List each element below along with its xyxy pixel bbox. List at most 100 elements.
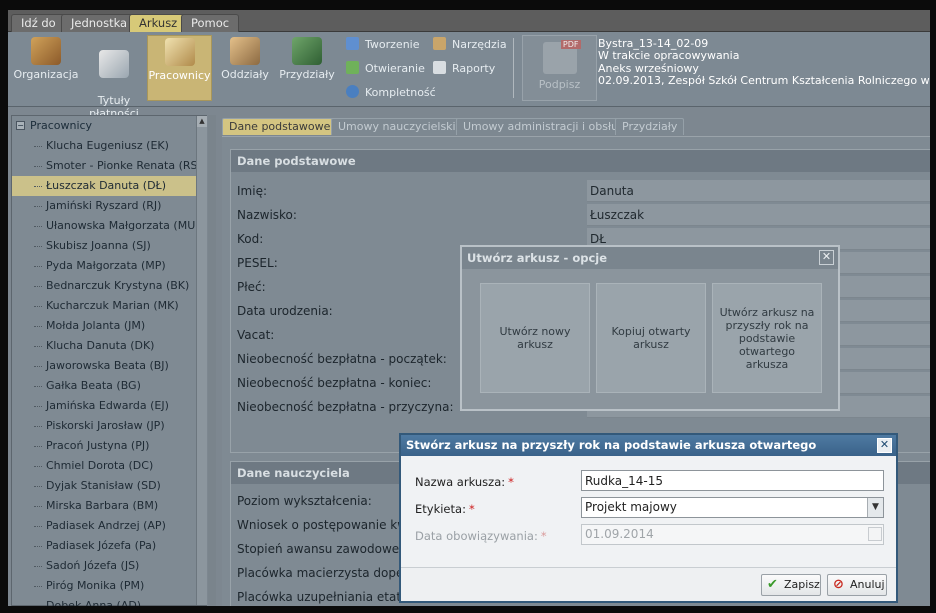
upload-icon — [346, 61, 359, 74]
oddzialy-button[interactable]: Oddziały — [216, 35, 274, 101]
tree-item-employee[interactable]: Piróg Monika (PM) — [12, 576, 206, 596]
utworz-nowy-arkusz-button[interactable]: Utwórz nowy arkusz — [480, 283, 590, 393]
field-label: Vacat: — [237, 328, 275, 342]
close-icon[interactable]: ✕ — [819, 250, 834, 265]
tree-item-employee[interactable]: Jaworowska Beata (BJ) — [12, 356, 206, 376]
tree-item-employee[interactable]: Padiasek Józefa (Pa) — [12, 536, 206, 556]
tree-item-employee[interactable]: Mirska Barbara (BM) — [12, 496, 206, 516]
field-label: Nieobecność bezpłatna - przyczyna: — [237, 400, 454, 414]
field-value[interactable]: Łuszczak — [587, 204, 930, 226]
tworzenie-button[interactable]: Tworzenie — [346, 36, 419, 54]
tree-items: Klucha Eugeniusz (EK) Smoter - Pionke Ren… — [12, 136, 206, 606]
pencil-icon — [346, 37, 359, 50]
raporty-button[interactable]: Raporty — [433, 60, 495, 78]
tools-icon — [433, 37, 446, 50]
field-label: PESEL: — [237, 256, 278, 270]
tree-item-employee[interactable]: Piskorski Jarosław (JP) — [12, 416, 206, 436]
tytuly-platnosci-button[interactable]: Tytuły płatności — [82, 35, 146, 120]
tab-arkusz[interactable]: Arkusz — [129, 14, 188, 32]
employees-tree-panel: − Pracownicy Klucha Eugeniusz (EK) Smoter… — [11, 115, 207, 606]
tree-item-employee[interactable]: Pyda Małgorzata (MP) — [12, 256, 206, 276]
nazwa-arkusza-label: Nazwa arkusza: * — [415, 475, 514, 489]
check-circle-icon — [346, 85, 359, 98]
narzedzia-button[interactable]: Narzędzia — [433, 36, 507, 54]
top-menu-tabs: Idź do Jednostka Arkusz Pomoc — [8, 10, 930, 32]
tab-przydzialy[interactable]: Przydziały — [615, 118, 685, 135]
zapisz-button[interactable]: ✔ Zapisz — [761, 574, 821, 596]
przydzialy-button[interactable]: Przydziały — [276, 35, 338, 101]
dialog-title: Stwórz arkusz na przyszły rok na podstaw… — [401, 435, 896, 456]
tree-item-employee[interactable]: Mołda Jolanta (JM) — [12, 316, 206, 336]
tree-item-employee[interactable]: Klucha Eugeniusz (EK) — [12, 136, 206, 156]
tree-item-employee[interactable]: Łuszczak Danuta (DŁ) — [12, 176, 206, 196]
application-window: Idź do Jednostka Arkusz Pomoc Organizacj… — [8, 10, 930, 606]
tree-item-employee[interactable]: Jamińska Edwarda (EJ) — [12, 396, 206, 416]
kopiuj-otwarty-arkusz-button[interactable]: Kopiuj otwarty arkusz — [596, 283, 706, 393]
tab-jednostka[interactable]: Jednostka — [61, 14, 138, 32]
books-icon — [31, 37, 61, 65]
podpisz-button[interactable]: PDF Podpisz — [522, 35, 597, 101]
ribbon-divider — [513, 38, 514, 98]
tree-item-employee[interactable]: Dyjak Stanisław (SD) — [12, 476, 206, 496]
tree-item-employee[interactable]: Padiasek Andrzej (AP) — [12, 516, 206, 536]
panel-splitter[interactable] — [208, 115, 216, 606]
report-icon — [433, 61, 446, 74]
dialog-footer: ✔ Zapisz ⊘ Anuluj — [401, 567, 896, 601]
collapse-icon[interactable]: − — [16, 121, 25, 130]
field-label: Nieobecność bezpłatna - początek: — [237, 352, 447, 366]
field-label: Wniosek o postępowanie kwa — [237, 518, 415, 532]
data-obowiazywania-field: 01.09.2014 — [581, 524, 884, 545]
tree-item-employee[interactable]: Klucha Danuta (DK) — [12, 336, 206, 356]
calendar-icon — [868, 527, 882, 541]
otwieranie-button[interactable]: Otwieranie — [346, 60, 425, 78]
tytuly-icon — [99, 50, 129, 78]
chevron-down-icon[interactable]: ▼ — [867, 498, 883, 517]
pdf-printer-icon: PDF — [542, 40, 581, 74]
tree-item-employee[interactable]: Kucharczuk Marian (MK) — [12, 296, 206, 316]
tab-idz-do[interactable]: Idź do — [11, 14, 66, 32]
field-label: Nieobecność bezpłatna - koniec: — [237, 376, 432, 390]
tree-item-employee[interactable]: Bednarczuk Krystyna (BK) — [12, 276, 206, 296]
id-badge-icon — [164, 38, 195, 66]
tree-item-employee[interactable]: Sadoń Józefa (JS) — [12, 556, 206, 576]
tree-root-pracownicy[interactable]: − Pracownicy — [12, 116, 206, 136]
tree-item-employee[interactable]: Skubisz Joanna (SJ) — [12, 236, 206, 256]
utworz-arkusz-przyszly-rok-button[interactable]: Utwórz arkusz na przyszły rok na podstaw… — [712, 283, 822, 393]
field-label: Placówka uzupełniania etatu: — [237, 590, 413, 604]
field-label: Imię: — [237, 184, 267, 198]
field-label: Kod: — [237, 232, 264, 246]
tab-umowy-administracji[interactable]: Umowy administracji i obsługi — [456, 118, 636, 135]
field-label: Data urodzenia: — [237, 304, 333, 318]
tab-dane-podstawowe[interactable]: Dane podstawowe — [222, 118, 338, 135]
section-title: Dane podstawowe — [231, 150, 930, 172]
tree-item-employee[interactable]: Dobek Anna (AD) — [12, 596, 206, 606]
cancel-icon: ⊘ — [833, 577, 844, 592]
field-label: Nazwisko: — [237, 208, 297, 222]
tab-umowy-nauczycielskie[interactable]: Umowy nauczycielskie — [331, 118, 470, 135]
tree-item-employee[interactable]: Pracoń Justyna (PJ) — [12, 436, 206, 456]
tree-item-employee[interactable]: Gałka Beata (BG) — [12, 376, 206, 396]
nazwa-arkusza-input[interactable] — [581, 470, 884, 491]
tree-item-employee[interactable]: Jamiński Ryszard (RJ) — [12, 196, 206, 216]
tree-scrollbar[interactable]: ▲ — [196, 116, 207, 605]
scroll-up-icon[interactable]: ▲ — [197, 116, 207, 127]
field-label: Płeć: — [237, 280, 266, 294]
tree-item-employee[interactable]: Chmiel Dorota (DC) — [12, 456, 206, 476]
create-sheet-dialog: Stwórz arkusz na przyszły rok na podstaw… — [399, 433, 898, 603]
field-label: Placówka macierzysta dopełnia — [237, 566, 426, 580]
blackboard-icon — [292, 37, 322, 65]
tree-item-employee[interactable]: Smoter - Pionke Renata (RS) — [12, 156, 206, 176]
field-value[interactable]: Danuta — [587, 180, 930, 202]
checkmark-icon: ✔ — [767, 577, 778, 592]
pracownicy-button[interactable]: Pracownicy — [147, 35, 212, 101]
anuluj-button[interactable]: ⊘ Anuluj — [827, 574, 887, 596]
etykieta-select[interactable]: Projekt majowy ▼ — [581, 497, 884, 518]
options-dialog: Utwórz arkusz - opcje ✕ Utwórz nowy arku… — [460, 245, 840, 411]
tree-item-employee[interactable]: Ułanowska Małgorzata (MU) — [12, 216, 206, 236]
etykieta-label: Etykieta: * — [415, 502, 475, 516]
tab-pomoc[interactable]: Pomoc — [181, 14, 240, 32]
document-info: Bystra_13-14_02-09 W trakcie opracowywan… — [598, 37, 930, 88]
kompletnosc-button[interactable]: Kompletność — [346, 84, 436, 102]
close-icon[interactable]: ✕ — [877, 438, 892, 453]
organizacja-button[interactable]: Organizacja — [11, 35, 81, 101]
